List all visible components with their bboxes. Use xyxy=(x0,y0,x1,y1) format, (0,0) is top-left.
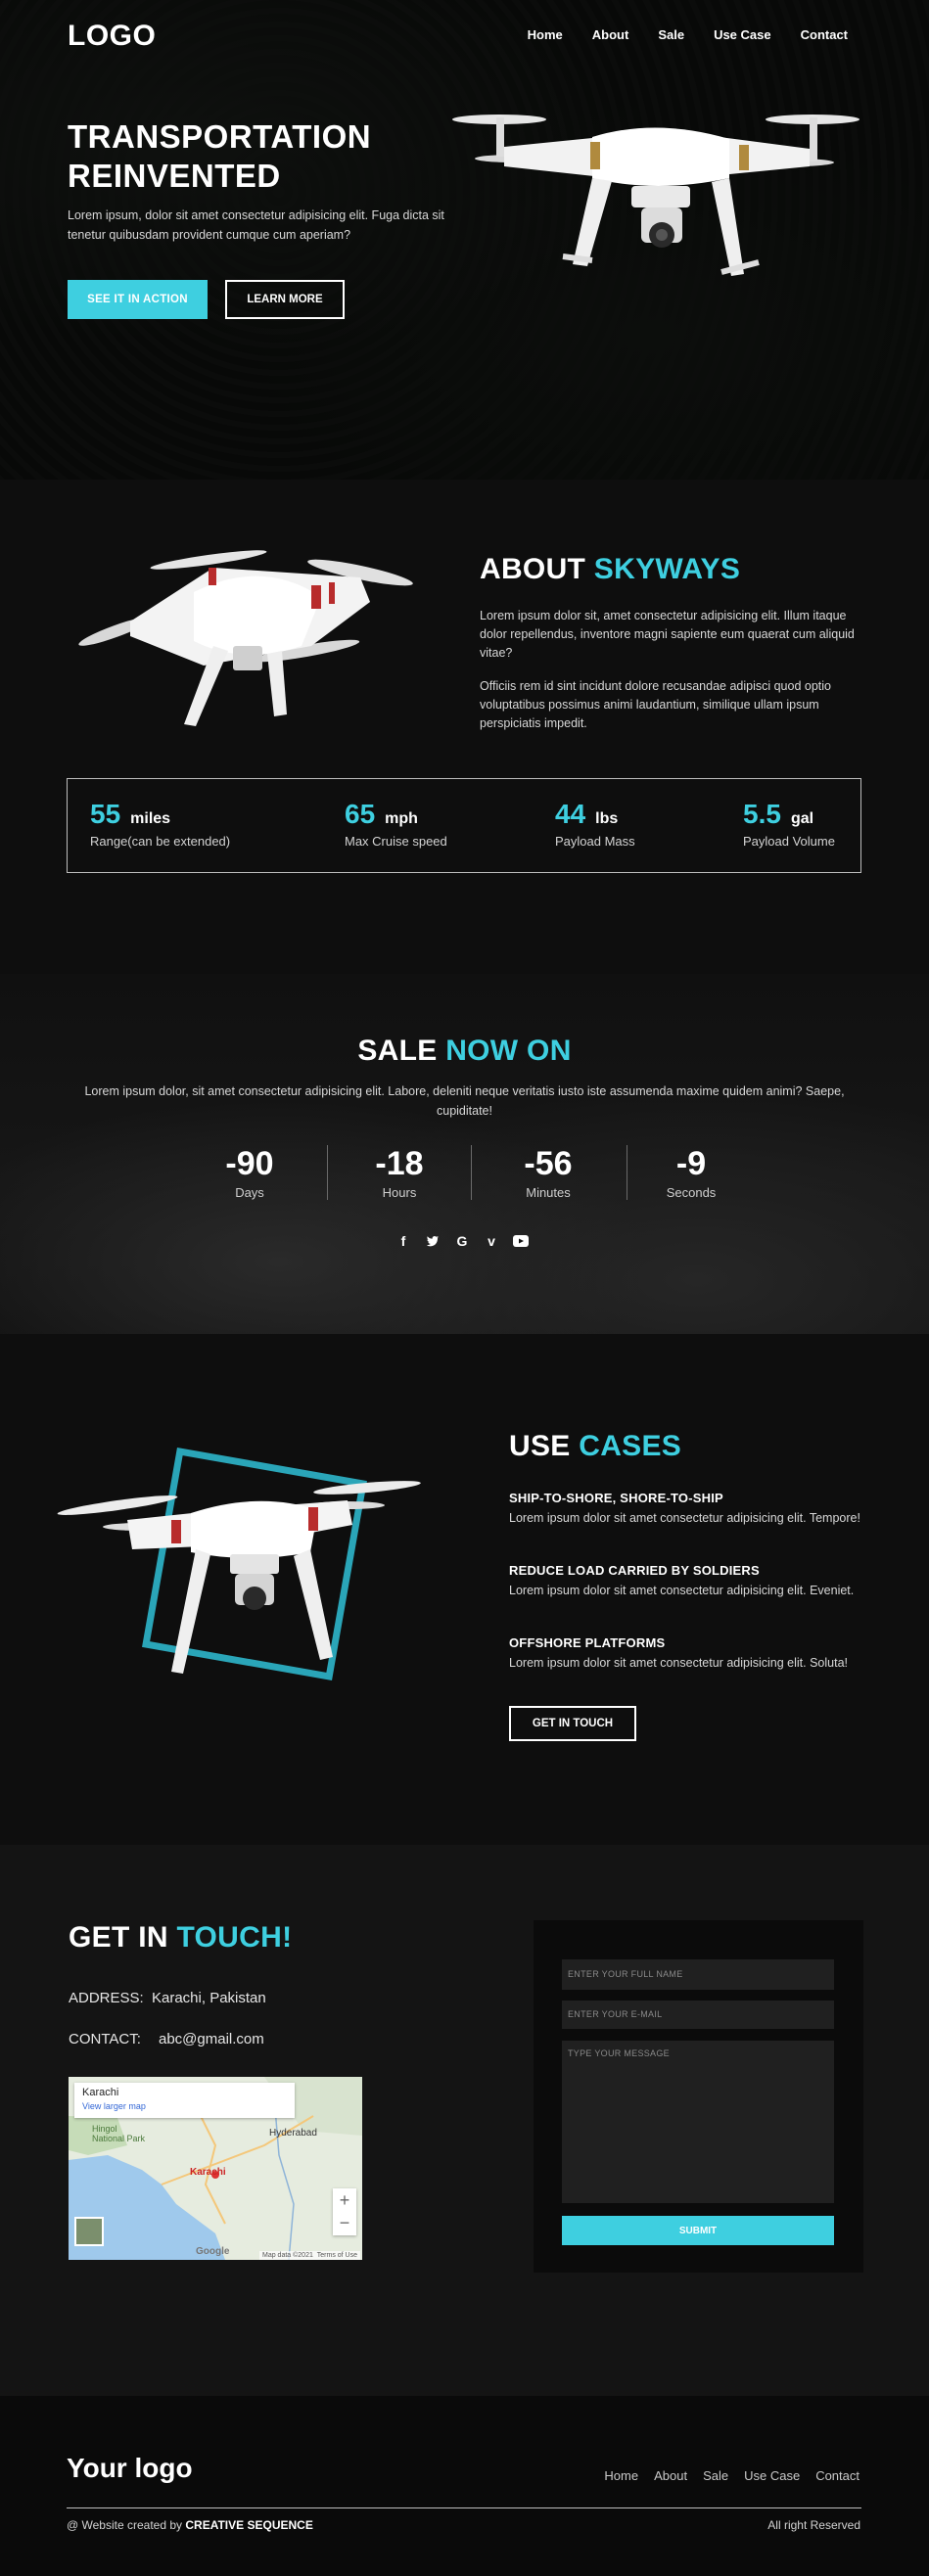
about-paragraph-1: Lorem ipsum dolor sit, amet consectetur … xyxy=(480,609,855,660)
countdown-minutes: -56 Minutes xyxy=(524,1145,573,1200)
submit-button[interactable]: SUBMIT xyxy=(562,2216,834,2245)
hero-section: LOGO Home About Sale Use Case Contact TR… xyxy=(0,0,929,480)
twitter-icon[interactable] xyxy=(425,1233,441,1249)
stat-speed: 65 mph Max Cruise speed xyxy=(345,799,447,849)
contact-row: CONTACT: abc@gmail.com xyxy=(69,2031,264,2047)
use-cases-drone-image xyxy=(57,1447,421,1681)
footer-nav-home[interactable]: Home xyxy=(604,2468,638,2483)
hero-drone-image xyxy=(452,115,859,276)
use-cases-section: USE CASES SHIP-TO-SHORE, SHORE-TO-SHIP Lo… xyxy=(0,1334,929,1845)
map-label: Karachi xyxy=(190,2167,226,2178)
use-cases-title: USE CASES xyxy=(509,1430,682,1462)
map-attribution: Map data ©2021 Terms of Use xyxy=(259,2251,360,2260)
get-in-touch-button[interactable]: GET IN TOUCH xyxy=(509,1706,636,1741)
nav-contact[interactable]: Contact xyxy=(801,27,848,42)
nav-use-case[interactable]: Use Case xyxy=(714,27,771,42)
footer-nav-sale[interactable]: Sale xyxy=(703,2468,728,2483)
contact-form: ENTER YOUR FULL NAME ENTER YOUR E-MAIL T… xyxy=(534,1920,863,2273)
email-field[interactable]: ENTER YOUR E-MAIL xyxy=(562,2001,834,2029)
contact-title: GET IN TOUCH! xyxy=(69,1921,293,1954)
learn-more-button[interactable]: LEARN MORE xyxy=(225,280,345,319)
youtube-icon[interactable] xyxy=(513,1233,529,1249)
about-title: ABOUT SKYWAYS xyxy=(480,553,741,585)
stats-box: 55 miles Range(can be extended) 65 mph Max… xyxy=(67,778,861,873)
footer-nav-about[interactable]: About xyxy=(654,2468,687,2483)
hero-text: Lorem ipsum, dolor sit amet consectetur … xyxy=(68,208,444,242)
footer-rights: All right Reserved xyxy=(767,2518,860,2532)
main-nav: Home About Sale Use Case Contact xyxy=(528,27,848,42)
sale-text: Lorem ipsum dolor, sit amet consectetur … xyxy=(84,1084,845,1118)
site-logo[interactable]: LOGO xyxy=(68,20,156,53)
google-logo: Google xyxy=(196,2246,230,2257)
stat-range: 55 miles Range(can be extended) xyxy=(90,799,231,849)
vimeo-icon[interactable]: v xyxy=(484,1233,499,1249)
nav-home[interactable]: Home xyxy=(528,27,563,42)
google-icon[interactable]: G xyxy=(454,1233,470,1249)
satellite-toggle[interactable] xyxy=(74,2217,104,2246)
footer-logo[interactable]: Your logo xyxy=(67,2453,193,2484)
map-label: Hingol National Park xyxy=(92,2124,146,2143)
about-paragraph-2: Officiis rem id sint incidunt dolore rec… xyxy=(480,679,831,730)
hero-title: TRANSPORTATION REINVENTED xyxy=(68,118,372,194)
contact-section: GET IN TOUCH! ADDRESS: Karachi, Pakistan … xyxy=(0,1845,929,2396)
sale-section: SALE NOW ON Lorem ipsum dolor, sit amet … xyxy=(0,974,929,1334)
zoom-out-icon[interactable]: − xyxy=(333,2212,356,2235)
view-larger-map-link[interactable]: View larger map xyxy=(82,2101,287,2111)
stat-volume: 5.5 gal Payload Volume xyxy=(743,799,835,849)
about-drone-image xyxy=(78,550,413,726)
footer-nav-use-case[interactable]: Use Case xyxy=(744,2468,800,2483)
counter-divider xyxy=(327,1145,328,1200)
footer: Your logo Home About Sale Use Case Conta… xyxy=(0,2396,929,2576)
counter-divider xyxy=(471,1145,472,1200)
map-label: Hyderabad xyxy=(269,2128,317,2139)
message-field[interactable]: TYPE YOUR MESSAGE xyxy=(562,2041,834,2203)
nav-about[interactable]: About xyxy=(592,27,629,42)
zoom-in-icon[interactable]: + xyxy=(333,2188,356,2212)
footer-nav: Home About Sale Use Case Contact xyxy=(604,2468,859,2483)
countdown-days: -90 Days xyxy=(225,1145,274,1200)
stat-mass: 44 lbs Payload Mass xyxy=(555,799,635,849)
social-links: f G v xyxy=(395,1233,529,1249)
use-case-item: REDUCE LOAD CARRIED BY SOLDIERS Lorem ips… xyxy=(509,1563,855,1597)
nav-sale[interactable]: Sale xyxy=(658,27,684,42)
footer-nav-contact[interactable]: Contact xyxy=(815,2468,859,2483)
map-zoom-controls: + − xyxy=(333,2188,356,2235)
address-row: ADDRESS: Karachi, Pakistan xyxy=(69,1990,266,2006)
location-map[interactable]: Karachi View larger map Hingol National … xyxy=(69,2077,362,2260)
facebook-icon[interactable]: f xyxy=(395,1233,411,1249)
see-it-in-action-button[interactable]: SEE IT IN ACTION xyxy=(68,280,208,319)
use-case-item: OFFSHORE PLATFORMS Lorem ipsum dolor sit … xyxy=(509,1635,848,1670)
footer-credit: @ Website created by CREATIVE SEQUENCE xyxy=(67,2518,313,2532)
countdown-seconds: -9 Seconds xyxy=(666,1145,717,1200)
sale-title: SALE NOW ON xyxy=(357,1035,572,1067)
footer-divider xyxy=(67,2507,861,2508)
name-field[interactable]: ENTER YOUR FULL NAME xyxy=(562,1959,834,1990)
map-info-card: Karachi View larger map xyxy=(74,2083,295,2118)
countdown-hours: -18 Hours xyxy=(375,1145,424,1200)
use-case-item: SHIP-TO-SHORE, SHORE-TO-SHIP Lorem ipsum … xyxy=(509,1491,860,1525)
about-section: ABOUT SKYWAYS Lorem ipsum dolor sit, ame… xyxy=(0,480,929,974)
